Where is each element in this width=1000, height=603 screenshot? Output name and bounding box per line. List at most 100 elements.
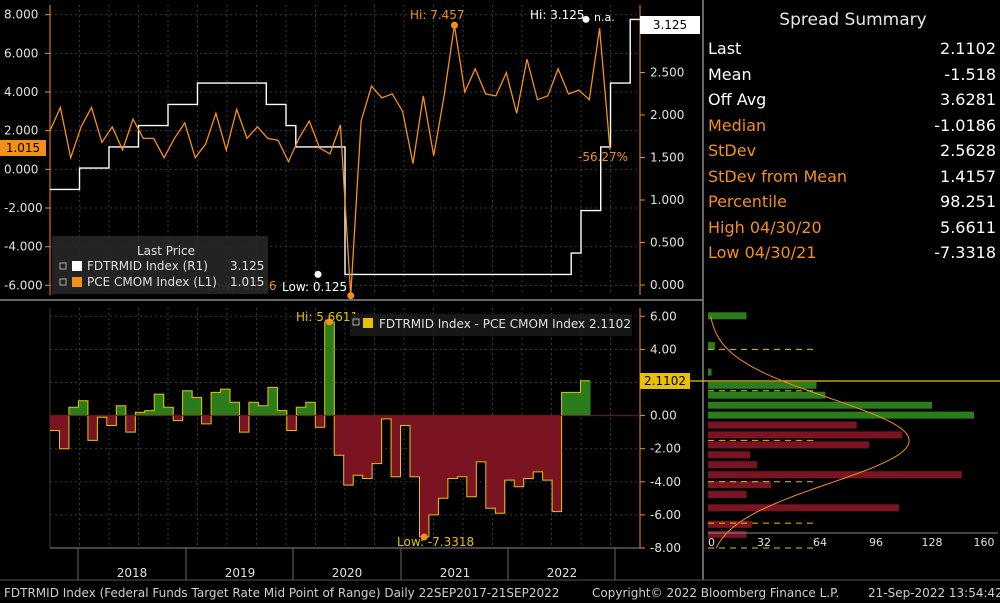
- summary-label: High 04/30/20: [708, 217, 822, 237]
- low-white-label: Low: 0.125: [282, 280, 347, 294]
- summary-value: -7.3318: [934, 243, 996, 262]
- histogram-tick-label: 32: [757, 536, 771, 549]
- spread-bar: [144, 410, 155, 416]
- legend-series-value: 1.015: [230, 275, 264, 289]
- legend-series-name: PCE CMOM Index (L1): [87, 275, 217, 289]
- bottom-axis-tick-label: -8.00: [650, 541, 681, 555]
- summary-value: -1.0186: [934, 115, 996, 135]
- spread-bar: [201, 415, 212, 424]
- summary-value: -1.518: [944, 64, 996, 84]
- bottom-axis-tick-label: 6.00: [650, 309, 677, 323]
- spread-bar: [68, 407, 79, 416]
- spread-bar: [533, 415, 544, 472]
- spread-bar: [391, 415, 402, 477]
- spread-bar: [211, 392, 222, 416]
- spread-bar: [248, 402, 259, 416]
- spread-bar: [457, 415, 468, 477]
- spread-bar: [192, 397, 203, 416]
- summary-row: StDev from Mean 1.4157: [706, 164, 996, 190]
- histogram-bar: [708, 391, 826, 399]
- spread-bar: [504, 415, 515, 481]
- histogram-tick-label: 64: [813, 536, 827, 549]
- footer-security: FDTRMID Index (Federal Funds Target Rate…: [4, 586, 560, 600]
- right-axis-tick-label: 2.500: [650, 66, 684, 80]
- histogram-bar: [708, 504, 899, 512]
- summary-row: High 04/30/20 5.6611: [706, 215, 996, 241]
- right-axis-tick-label: 0.000: [650, 278, 684, 292]
- summary-label: Last: [708, 39, 742, 58]
- histogram-bar: [708, 421, 857, 429]
- legend-series-value: 3.125: [230, 259, 264, 273]
- spread-bar: [106, 415, 117, 426]
- spread-bar: [334, 415, 345, 456]
- spread-bar: [485, 415, 496, 509]
- histogram-bar: [708, 411, 974, 419]
- spread-bar: [353, 415, 364, 476]
- spread-hi-label: Hi: 5.6611: [296, 310, 358, 324]
- x-axis-year-label: 2022: [547, 566, 578, 580]
- summary-label: Off Avg: [708, 90, 767, 109]
- spread-bar: [571, 392, 582, 416]
- left-axis-tick-label: -6.000: [4, 278, 43, 292]
- x-axis-year-label: 2020: [332, 566, 363, 580]
- histogram-bar: [708, 451, 750, 459]
- hi-orange-marker: [450, 21, 458, 29]
- histogram-bar: [708, 368, 712, 376]
- histogram-tick-label: 0: [708, 536, 715, 549]
- spread-bar: [182, 390, 193, 416]
- summary-row: Percentile 98.251: [706, 189, 996, 215]
- spread-bar: [419, 415, 430, 537]
- spread-bar: [296, 407, 307, 416]
- spread-bar: [277, 410, 288, 416]
- legend-swatch: [72, 261, 82, 271]
- spread-bar: [305, 402, 316, 416]
- bottom-axis-tick-label: -4.00: [650, 475, 681, 489]
- histogram-bar: [708, 491, 747, 498]
- histogram-bar: [708, 431, 903, 439]
- spread-bar: [239, 415, 250, 433]
- spread-bar: [50, 415, 61, 431]
- left-axis-tick-label: -2.000: [4, 201, 43, 215]
- spread-bar: [125, 415, 136, 433]
- summary-value: 2.1102: [940, 39, 996, 58]
- left-axis-tick-label: -4.000: [4, 240, 43, 254]
- footer-copyright: Copyright© 2022 Bloomberg Finance L.P.: [592, 586, 840, 600]
- spread-bar: [87, 415, 98, 441]
- spread-summary-table: Last 2.1102 Mean -1.518 Off Avg 3.6281 Median -…: [706, 36, 996, 266]
- histogram-bar: [708, 471, 962, 479]
- spread-summary-title: Spread Summary: [779, 10, 927, 30]
- spread-bar: [267, 387, 278, 416]
- spread-bar: [258, 405, 269, 416]
- summary-label: StDev from Mean: [708, 166, 848, 186]
- histogram-tick-label: 128: [922, 536, 943, 549]
- spread-bar: [523, 415, 534, 479]
- histogram-tick-label: 160: [974, 536, 995, 549]
- left-axis-tick-label: 8.000: [4, 8, 38, 22]
- spread-bar: [372, 415, 383, 464]
- histogram-bar: [708, 441, 869, 449]
- spread-bar: [438, 415, 449, 499]
- na-label: n.a.: [594, 11, 615, 24]
- spread-low-label: Low: -7.3318: [397, 535, 474, 549]
- left-axis-tick-label: 2.000: [4, 124, 38, 138]
- spread-bar: [447, 415, 458, 479]
- summary-value: 5.6611: [940, 217, 996, 237]
- right-axis-tick-label: 2.000: [650, 108, 684, 122]
- footer: FDTRMID Index (Federal Funds Target Rate…: [0, 583, 1000, 603]
- histogram-bar: [708, 520, 752, 528]
- spread-bar: [173, 415, 184, 421]
- bottom-axis-tick-label: 0.00: [650, 409, 677, 423]
- spread-bar: [116, 405, 127, 416]
- bottom-legend-swatch: [363, 318, 373, 328]
- summary-label: StDev: [708, 141, 757, 160]
- spread-bar: [552, 415, 563, 512]
- summary-label: Median: [708, 115, 767, 135]
- spread-bar: [466, 415, 477, 497]
- spread-bar: [59, 415, 70, 449]
- footer-timestamp: 21-Sep-2022 13:54:42: [868, 586, 1000, 600]
- spread-bar: [495, 415, 506, 514]
- spread-bar: [561, 392, 572, 416]
- histogram-bar: [708, 312, 747, 320]
- summary-row: Off Avg 3.6281: [706, 87, 996, 113]
- spread-bar: [163, 407, 174, 416]
